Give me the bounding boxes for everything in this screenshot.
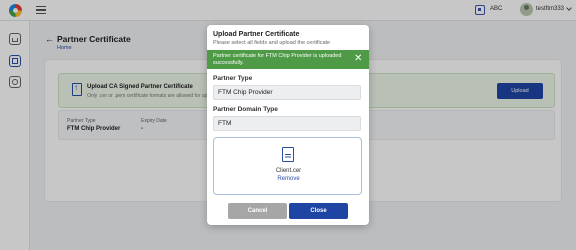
domain-type-field[interactable]: FTM — [213, 116, 361, 131]
remove-file-link[interactable]: Remove — [214, 176, 363, 182]
cancel-button[interactable]: Cancel — [228, 203, 287, 219]
upload-certificate-modal: Upload Partner Certificate Please select… — [207, 25, 369, 225]
close-button[interactable]: Close — [289, 203, 348, 219]
close-icon[interactable]: ✕ — [354, 53, 362, 65]
modal-title: Upload Partner Certificate — [213, 31, 300, 38]
partner-type-field-label: Partner Type — [213, 75, 253, 82]
domain-type-field-label: Partner Domain Type — [213, 106, 278, 113]
file-drop-zone[interactable]: Client.cer Remove — [213, 137, 362, 195]
file-icon — [282, 147, 294, 162]
partner-type-field[interactable]: FTM Chip Provider — [213, 85, 361, 100]
success-alert-text: Partner certificate for FTM Chip Provide… — [213, 53, 342, 66]
success-alert: Partner certificate for FTM Chip Provide… — [207, 50, 369, 69]
uploaded-file-name: Client.cer — [275, 168, 302, 174]
modal-subtitle: Please select all fields and upload the … — [213, 40, 331, 46]
